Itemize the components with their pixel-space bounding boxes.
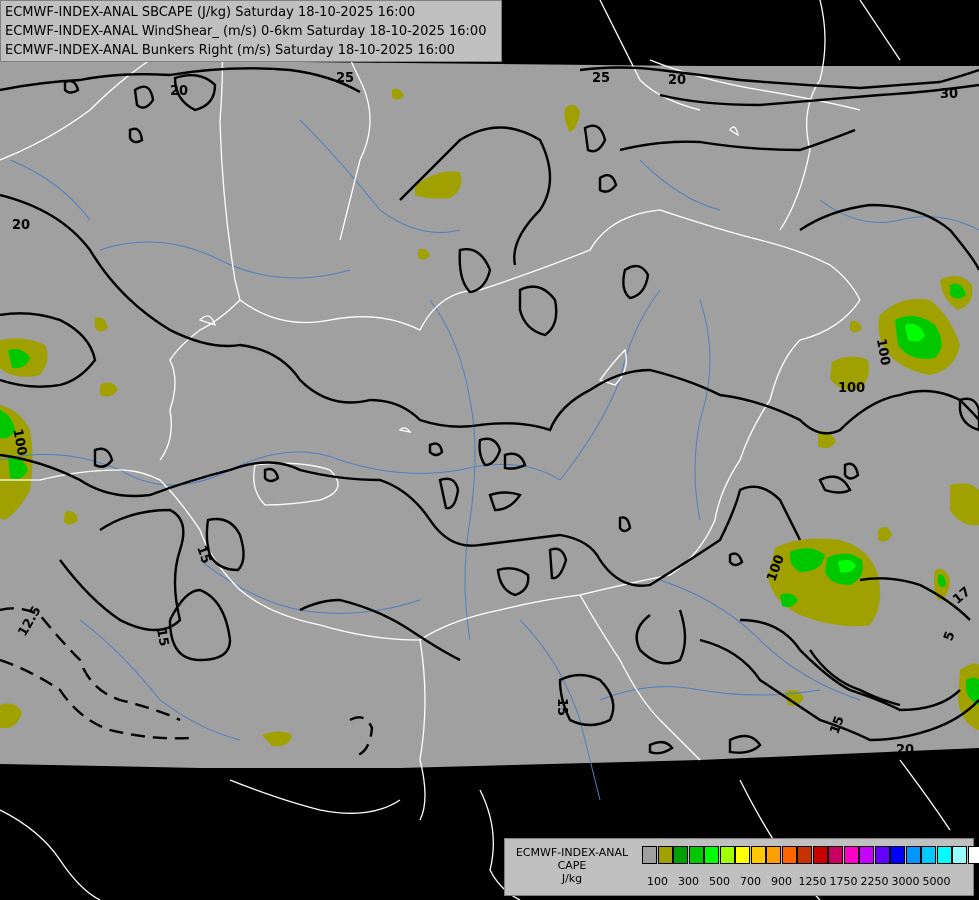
legend-tick-label: 500 [709, 875, 730, 888]
cape-legend: ECMWF-INDEX-ANAL CAPE J/kg 100 300 500 700 9… [504, 838, 979, 896]
legend-source: ECMWF-INDEX-ANAL [515, 846, 629, 859]
legend-tick-label: 1250 [798, 875, 827, 888]
contour-label: 20 [170, 84, 188, 99]
title-sbcape: ECMWF-INDEX-ANAL SBCAPE (J/kg) Saturday … [5, 5, 416, 20]
legend-tick-label: 100 [647, 875, 668, 888]
legend-swatch [874, 846, 890, 864]
legend-unit: J/kg [561, 872, 583, 885]
contour-label: 25 [336, 71, 354, 86]
legend-tick-label: 900 [771, 875, 792, 888]
legend-tick-label: 300 [678, 875, 699, 888]
legend-tick-label: 2250 [860, 875, 889, 888]
legend-swatch [642, 846, 657, 864]
contour-label: 20 [668, 73, 686, 88]
contour-label: 30 [940, 87, 958, 102]
legend-swatch [704, 846, 719, 864]
map-title-box: ECMWF-INDEX-ANAL SBCAPE (J/kg) Saturday … [0, 0, 502, 62]
contour-label: 15 [153, 627, 171, 647]
contour-label: 25 [592, 71, 610, 86]
legend-swatch [843, 846, 859, 864]
legend-swatch [921, 846, 936, 864]
legend-swatch [750, 846, 766, 864]
legend-title: ECMWF-INDEX-ANAL CAPE J/kg [507, 846, 637, 885]
legend-swatch [657, 846, 673, 864]
weather-map: 25 25 20 20 30 20 100 100 100 100 15 15 … [0, 0, 979, 900]
title-windshear: ECMWF-INDEX-ANAL WindShear_ (m/s) 0-6km … [5, 24, 487, 39]
legend-swatch [812, 846, 828, 864]
contour-label: 20 [12, 218, 30, 233]
legend-swatch [688, 846, 704, 864]
legend-tick-label: 1750 [829, 875, 858, 888]
legend-swatch [859, 846, 874, 864]
legend-swatch [952, 846, 967, 864]
contour-label: 15 [554, 698, 569, 716]
contour-label: 100 [838, 381, 865, 396]
model-domain [0, 58, 979, 768]
legend-variable: CAPE [557, 859, 587, 872]
legend-swatch [719, 846, 735, 864]
legend-swatch [890, 846, 905, 864]
legend-tick-label: 3000 [891, 875, 920, 888]
legend-swatch [936, 846, 952, 864]
legend-tick-label: 5000 [922, 875, 951, 888]
legend-swatch [735, 846, 750, 864]
title-bunkers: ECMWF-INDEX-ANAL Bunkers Right (m/s) Sat… [5, 43, 455, 58]
legend-swatch [967, 846, 979, 864]
legend-swatch [766, 846, 781, 864]
legend-swatch [828, 846, 843, 864]
legend-swatch [905, 846, 921, 864]
legend-swatch [781, 846, 797, 864]
legend-tick-label: 700 [740, 875, 761, 888]
legend-swatch [797, 846, 812, 864]
contour-label: 20 [896, 743, 914, 758]
legend-swatch [673, 846, 688, 864]
